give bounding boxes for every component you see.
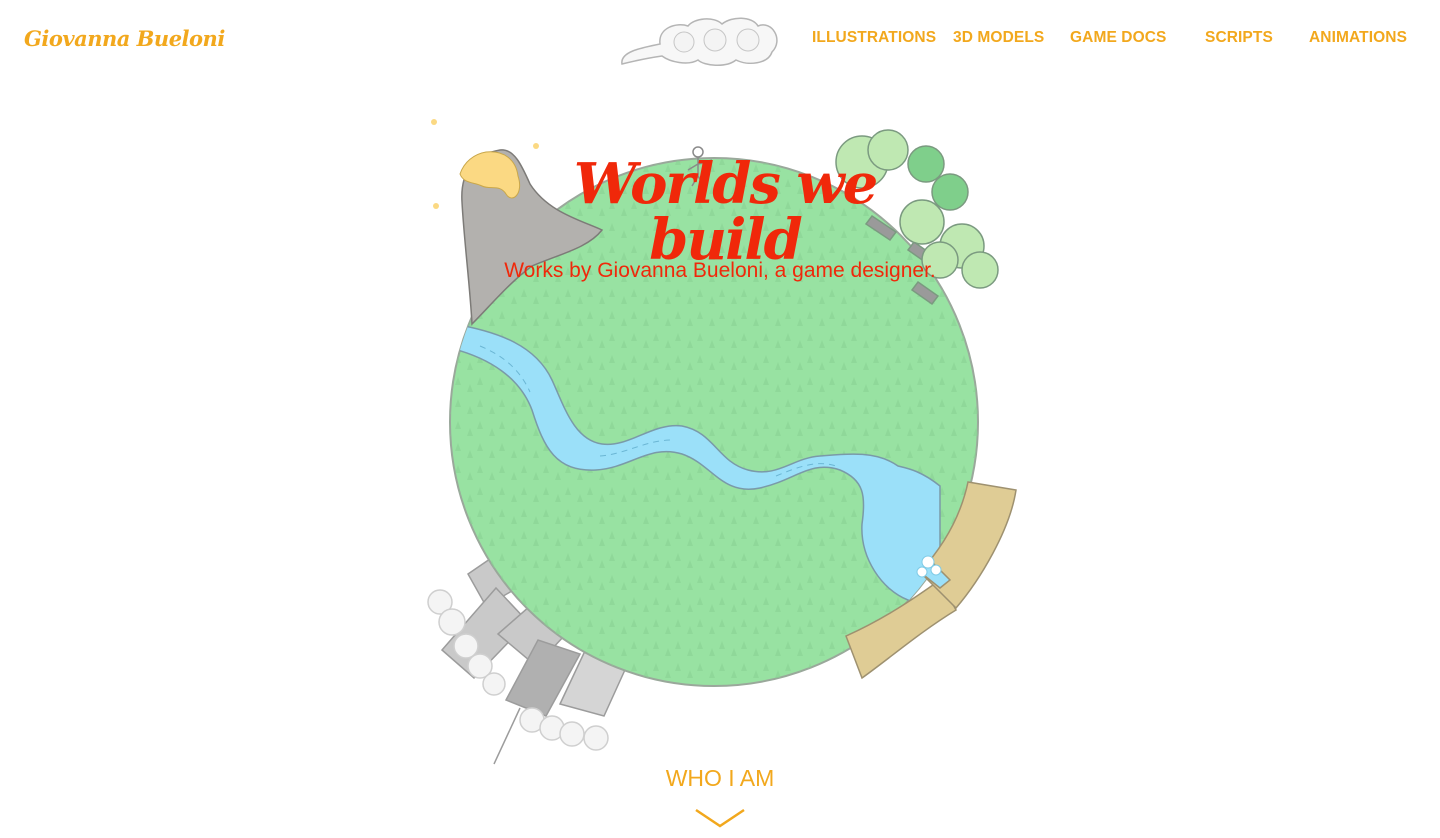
nav-scripts[interactable]: SCRIPTS bbox=[1205, 29, 1273, 47]
hero-title: Worlds we build bbox=[573, 151, 878, 273]
nav-illustrations[interactable]: ILLUSTRATIONS bbox=[812, 29, 936, 47]
nav-3d-models[interactable]: 3D MODELS bbox=[953, 29, 1044, 47]
nav-game-docs[interactable]: GAME DOCS bbox=[1070, 29, 1167, 47]
chevron-down-icon[interactable] bbox=[694, 806, 746, 830]
hero-subtitle: Works by Giovanna Bueloni, a game design… bbox=[504, 259, 936, 282]
main-nav: ILLUSTRATIONS 3D MODELS GAME DOCS SCRIPT… bbox=[0, 29, 1440, 53]
nav-animations[interactable]: ANIMATIONS bbox=[1309, 29, 1407, 47]
who-i-am-link[interactable]: WHO I AM bbox=[600, 765, 840, 792]
